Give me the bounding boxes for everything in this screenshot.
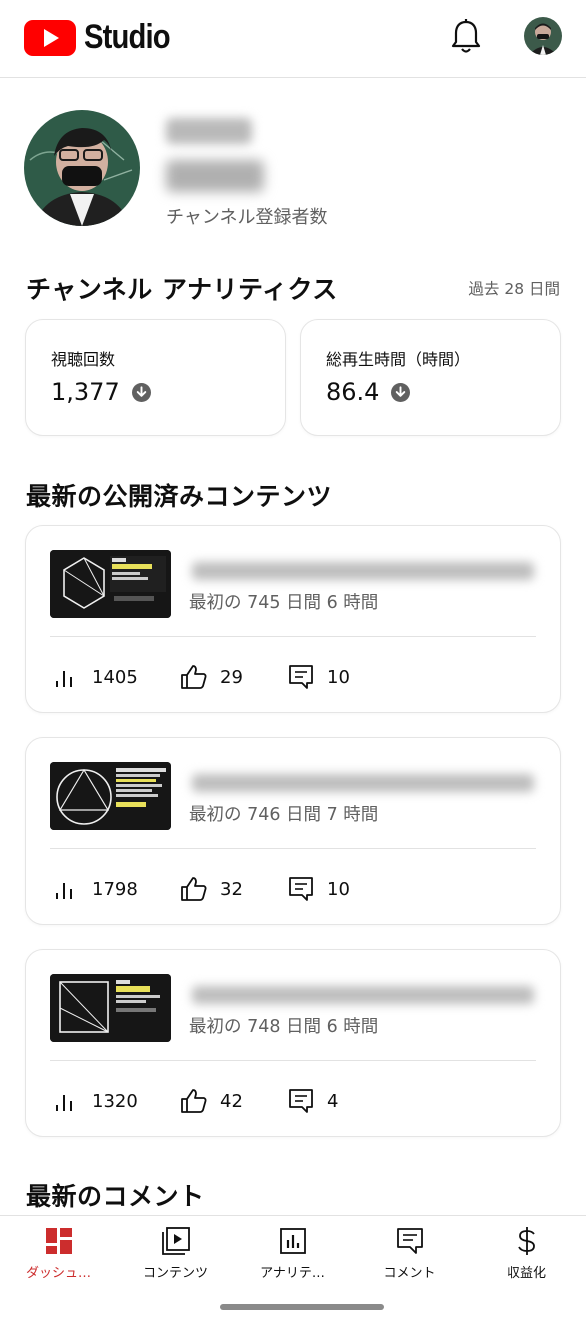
views-metric: 1405 [52, 663, 138, 691]
trend-down-icon [131, 382, 151, 402]
video-card[interactable]: 最初の 745 日間 6 時間 1405 29 10 [25, 525, 561, 713]
app-title: Studio [84, 18, 171, 56]
video-since: 最初の 746 日間 7 時間 [189, 805, 379, 825]
content-icon [162, 1227, 190, 1255]
account-avatar[interactable] [524, 17, 562, 55]
channel-avatar[interactable] [24, 110, 140, 226]
nav-monetization-label: 収益化 [506, 1266, 546, 1281]
thumbs-up-icon [181, 877, 207, 901]
hexagon-thumbnail-image [50, 550, 171, 618]
home-indicator[interactable] [220, 1304, 384, 1310]
views-count: 1320 [92, 1090, 138, 1112]
comments-metric: 10 [287, 875, 350, 903]
likes-count: 29 [220, 666, 243, 688]
comments-metric: 10 [287, 663, 350, 691]
video-thumbnail [50, 974, 171, 1042]
nav-dashboard[interactable]: ダッシュ… [0, 1216, 117, 1291]
views-bar-icon [56, 671, 72, 687]
views-bar-icon [56, 883, 72, 899]
views-metric: 1798 [52, 875, 138, 903]
comments-metric: 4 [287, 1087, 338, 1115]
views-card[interactable]: 視聴回数 1,377 [25, 319, 286, 436]
views-count: 1798 [92, 878, 138, 900]
video-title-redacted [192, 774, 534, 792]
video-thumbnail [50, 550, 171, 618]
likes-metric: 42 [180, 1087, 243, 1115]
comments-count: 10 [327, 666, 350, 688]
account-avatar-image [524, 17, 562, 55]
latest-comments-title: 最新のコメント [26, 1182, 205, 1211]
circle-triangle-thumbnail-image [50, 762, 171, 830]
analytics-icon [280, 1228, 306, 1254]
likes-count: 32 [220, 878, 243, 900]
card-divider [50, 848, 536, 849]
likes-metric: 29 [180, 663, 243, 691]
views-label: 視聴回数 [51, 350, 116, 369]
app-header: Studio [0, 0, 586, 78]
comment-icon [397, 1228, 423, 1254]
dashboard-icon [46, 1228, 72, 1254]
analytics-title: チャンネル アナリティクス [26, 275, 338, 304]
comments-count: 10 [327, 878, 350, 900]
latest-content-title: 最新の公開済みコンテンツ [26, 482, 333, 511]
nav-content-label: コンテンツ [142, 1266, 208, 1281]
rectangle-thumbnail-image [50, 974, 171, 1042]
views-metric: 1320 [52, 1087, 138, 1115]
video-title-redacted [192, 986, 534, 1004]
views-count: 1405 [92, 666, 138, 688]
nav-dashboard-label: ダッシュ… [25, 1266, 91, 1281]
thumbs-up-icon [181, 665, 207, 689]
nav-content[interactable]: コンテンツ [117, 1216, 234, 1291]
comment-icon [289, 665, 313, 689]
bell-icon[interactable] [448, 17, 484, 57]
card-divider [50, 1060, 536, 1061]
video-since: 最初の 748 日間 6 時間 [189, 1017, 379, 1037]
monetization-icon [518, 1227, 535, 1255]
watch-time-value: 86.4 [326, 378, 380, 406]
likes-metric: 32 [180, 875, 243, 903]
comments-count: 4 [327, 1090, 339, 1112]
bottom-navigation: ダッシュ… コンテンツ アナリテ… コメント 収益化 [0, 1215, 586, 1290]
channel-avatar-image [24, 110, 140, 226]
thumbs-up-icon [181, 1089, 207, 1113]
nav-comments[interactable]: コメント [351, 1216, 468, 1291]
video-since: 最初の 745 日間 6 時間 [189, 593, 379, 613]
video-thumbnail [50, 762, 171, 830]
likes-count: 42 [220, 1090, 243, 1112]
video-card[interactable]: 最初の 746 日間 7 時間 1798 32 10 [25, 737, 561, 925]
video-title-redacted [192, 562, 534, 580]
watch-time-card[interactable]: 総再生時間（時間） 86.4 [300, 319, 561, 436]
nav-comments-label: コメント [383, 1266, 436, 1281]
youtube-logo-icon [24, 19, 76, 56]
views-value: 1,377 [51, 378, 120, 406]
channel-name-redacted [166, 118, 252, 144]
nav-analytics-label: アナリテ… [260, 1266, 325, 1281]
subscriber-count-redacted [166, 160, 264, 192]
card-divider [50, 636, 536, 637]
nav-analytics[interactable]: アナリテ… [234, 1216, 351, 1291]
nav-monetization[interactable]: 収益化 [468, 1216, 585, 1291]
views-bar-icon [56, 1095, 72, 1111]
trend-down-icon [391, 382, 411, 402]
subscriber-label: チャンネル登録者数 [166, 207, 328, 228]
watch-time-label: 総再生時間（時間） [326, 350, 471, 369]
video-card[interactable]: 最初の 748 日間 6 時間 1320 42 4 [25, 949, 561, 1137]
comment-icon [289, 1089, 313, 1113]
studio-logo[interactable]: Studio [24, 18, 184, 57]
comment-icon [289, 877, 313, 901]
analytics-period[interactable]: 過去 28 日間 [468, 277, 560, 299]
